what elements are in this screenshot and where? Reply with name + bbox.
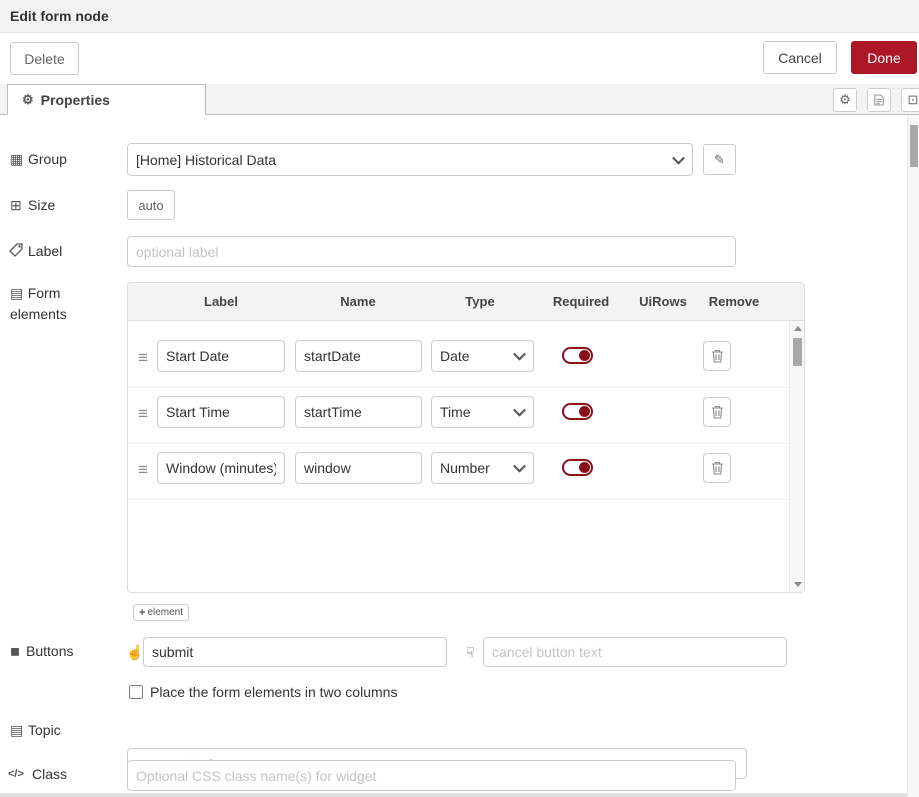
- row-separator: [128, 387, 789, 388]
- tab-properties[interactable]: ⚙ Properties: [7, 84, 206, 115]
- element-type-value: Number: [440, 460, 490, 476]
- remove-element-button[interactable]: [703, 341, 731, 371]
- pencil-icon: ✎: [714, 152, 725, 168]
- group-select-value: [Home] Historical Data: [136, 152, 276, 168]
- required-toggle[interactable]: [562, 403, 593, 420]
- thumb-up-icon: ☝: [126, 644, 143, 661]
- edit-form-node-dialog: Edit form node Delete Cancel Done ⚙ Prop…: [0, 0, 919, 797]
- row-separator: [128, 443, 789, 444]
- element-type-select[interactable]: Date: [431, 340, 534, 372]
- submit-button-text-input[interactable]: [143, 637, 447, 667]
- cancel-button-text-input[interactable]: [483, 637, 787, 667]
- required-toggle[interactable]: [562, 347, 593, 364]
- form-elements-table-header: Label Name Type Required UiRows Remove: [128, 283, 804, 321]
- element-name-input[interactable]: [295, 452, 422, 484]
- topic-label: Topic: [28, 722, 61, 738]
- buttons-icon: ◼: [10, 644, 20, 658]
- two-columns-label: Place the form elements in two columns: [150, 684, 397, 700]
- delete-button[interactable]: Delete: [10, 42, 79, 75]
- cancel-button[interactable]: Cancel: [763, 41, 837, 74]
- column-header-uirows: UiRows: [639, 294, 687, 309]
- drag-handle-icon[interactable]: ≡: [138, 349, 148, 366]
- element-type-value: Date: [440, 348, 470, 364]
- gear-icon: ⚙: [839, 92, 851, 108]
- tab-properties-label: Properties: [41, 92, 110, 108]
- gear-icon: ⚙: [22, 92, 34, 108]
- remove-element-button[interactable]: [703, 397, 731, 427]
- chevron-down-icon: [513, 460, 526, 473]
- element-type-select[interactable]: Number: [431, 452, 534, 484]
- element-name-input[interactable]: [295, 396, 422, 428]
- size-label: Size: [28, 197, 55, 213]
- element-type-select[interactable]: Time: [431, 396, 534, 428]
- element-label-input[interactable]: [157, 452, 285, 484]
- row-separator: [128, 499, 789, 500]
- column-header-type: Type: [465, 294, 494, 309]
- element-label-input[interactable]: [157, 340, 285, 372]
- size-value-button[interactable]: auto: [127, 190, 175, 220]
- table-scrollbar[interactable]: [789, 321, 804, 592]
- form-elements-table: Label Name Type Required UiRows Remove ≡…: [127, 282, 805, 593]
- column-header-name: Name: [340, 294, 375, 309]
- form-icon: ▤: [10, 285, 23, 301]
- column-header-required: Required: [553, 294, 609, 309]
- element-name-input[interactable]: [295, 340, 422, 372]
- column-header-label: Label: [204, 294, 238, 309]
- two-columns-checkbox[interactable]: [129, 685, 143, 699]
- table-scrollbar-thumb[interactable]: [793, 338, 802, 366]
- remove-element-button[interactable]: [703, 453, 731, 483]
- drag-handle-icon[interactable]: ≡: [138, 461, 148, 478]
- window-scrollbar-thumb[interactable]: [910, 125, 918, 167]
- window-scrollbar[interactable]: [907, 115, 919, 797]
- group-label: Group: [28, 151, 67, 167]
- add-element-label: element: [147, 607, 183, 618]
- tag-icon: [9, 243, 23, 257]
- node-settings-button[interactable]: ⚙: [833, 88, 857, 112]
- scroll-down-icon[interactable]: [794, 582, 802, 587]
- document-icon: [874, 93, 884, 107]
- dialog-bottom-edge: [0, 793, 919, 797]
- buttons-label: Buttons: [26, 643, 73, 659]
- topic-icon: ▤: [10, 722, 23, 739]
- form-elements-label-block: ▤ Form elements: [10, 283, 82, 325]
- group-icon: ▦: [10, 151, 23, 168]
- size-icon: ⊞: [10, 197, 22, 214]
- add-element-button[interactable]: + element: [133, 604, 189, 621]
- layout-button[interactable]: ⊡: [901, 88, 919, 112]
- column-header-remove: Remove: [709, 294, 760, 309]
- class-input[interactable]: [127, 760, 736, 791]
- element-label-input[interactable]: [157, 396, 285, 428]
- class-label: Class: [32, 766, 67, 782]
- drag-handle-icon[interactable]: ≡: [138, 405, 148, 422]
- chevron-down-icon: [513, 404, 526, 417]
- layout-icon: ⊡: [908, 92, 919, 108]
- trash-icon: [711, 461, 724, 475]
- edit-group-button[interactable]: ✎: [703, 144, 736, 175]
- trash-icon: [711, 405, 724, 419]
- thumb-down-icon: ☟: [466, 644, 475, 661]
- chevron-down-icon: [513, 348, 526, 361]
- required-toggle[interactable]: [562, 459, 593, 476]
- scroll-up-icon[interactable]: [794, 326, 802, 331]
- chevron-down-icon: [672, 151, 685, 164]
- group-select[interactable]: [Home] Historical Data: [127, 143, 693, 176]
- plus-icon: +: [139, 607, 145, 619]
- done-button[interactable]: Done: [851, 41, 917, 74]
- trash-icon: [711, 349, 724, 363]
- dialog-title: Edit form node: [0, 0, 919, 33]
- element-type-value: Time: [440, 404, 471, 420]
- code-icon: </>: [8, 768, 24, 780]
- label-input[interactable]: [127, 236, 736, 267]
- label-label: Label: [28, 243, 62, 259]
- docs-button[interactable]: [867, 88, 891, 112]
